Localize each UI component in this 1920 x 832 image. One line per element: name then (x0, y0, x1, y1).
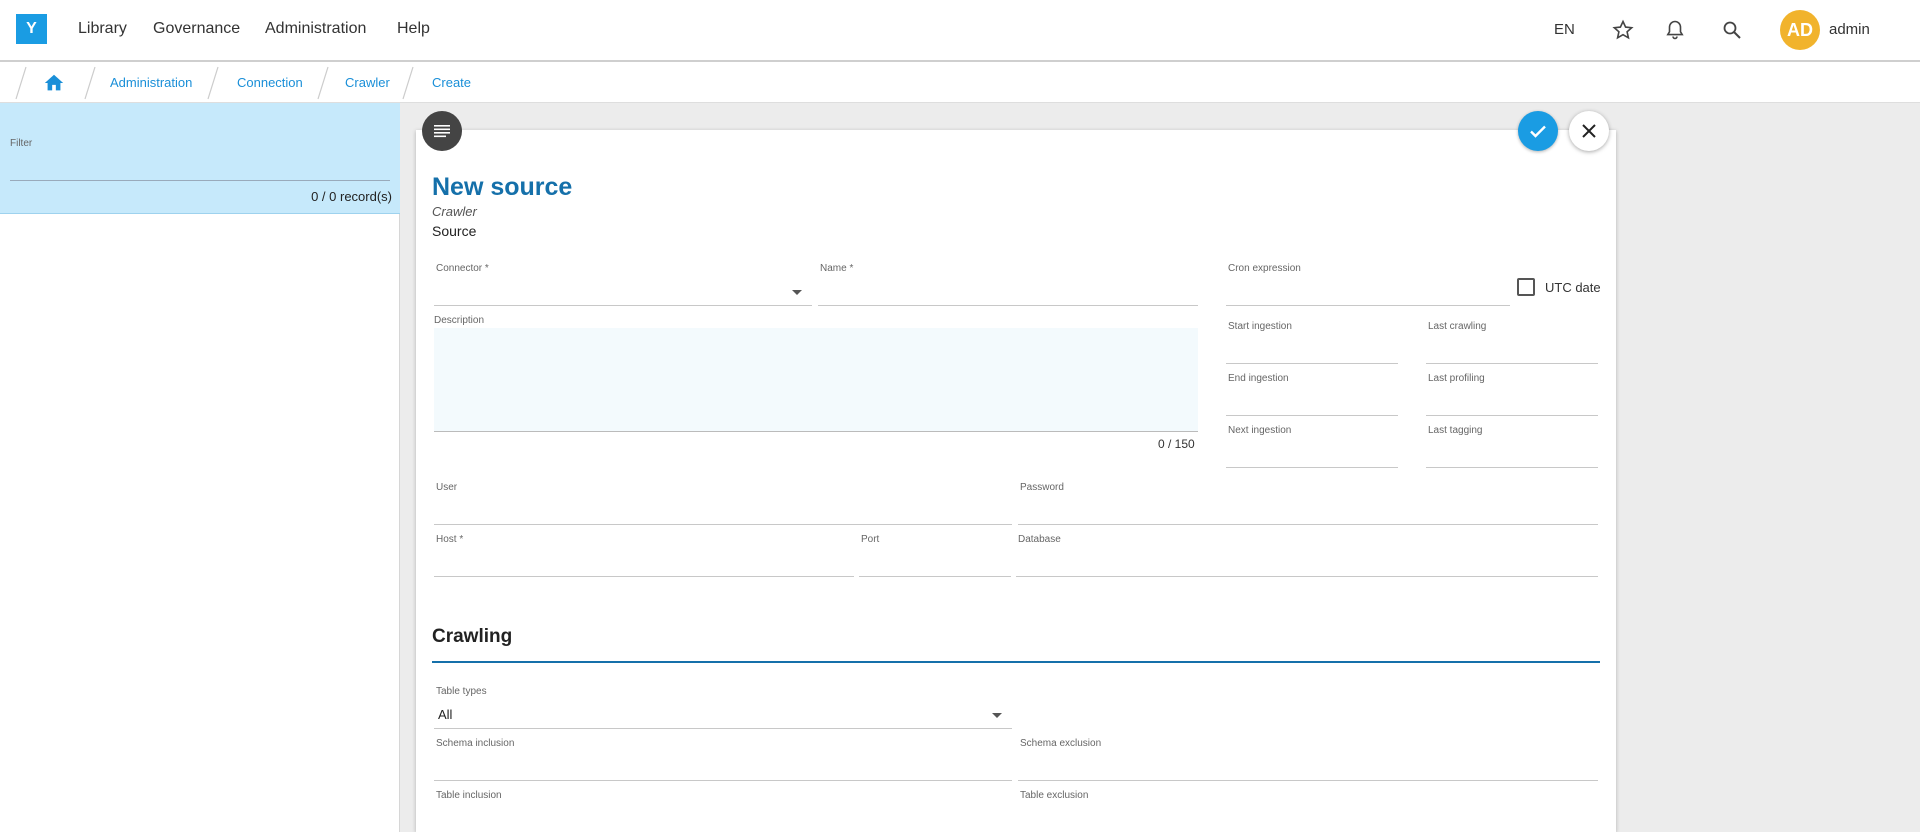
last-crawling-field[interactable]: Last crawling (1426, 321, 1598, 364)
port-field[interactable]: Port (859, 534, 1011, 577)
description-char-count: 0 / 150 (1158, 437, 1195, 451)
form-menu-button[interactable] (422, 111, 462, 151)
last-tagging-label: Last tagging (1428, 425, 1483, 436)
breadcrumb-create[interactable]: Create (432, 75, 471, 90)
close-button[interactable] (1569, 111, 1609, 151)
table-inclusion-label: Table inclusion (436, 790, 502, 801)
breadcrumb: Administration Connection Crawler Create (0, 62, 1920, 103)
breadcrumb-separator (402, 66, 414, 100)
search-icon[interactable] (1720, 18, 1744, 42)
filter-label: Filter (10, 138, 33, 149)
breadcrumb-administration[interactable]: Administration (110, 75, 192, 90)
breadcrumb-crawler[interactable]: Crawler (345, 75, 390, 90)
crawling-section-divider (432, 661, 1600, 663)
schema-inclusion-field[interactable]: Schema inclusion (434, 738, 1012, 781)
user-label: User (436, 482, 458, 493)
confirm-button[interactable] (1518, 111, 1558, 151)
table-types-value: All (438, 707, 453, 722)
left-panel: Filter 0 / 0 record(s) (0, 103, 400, 832)
last-profiling-label: Last profiling (1428, 373, 1485, 384)
table-inclusion-field[interactable]: Table inclusion (434, 790, 1012, 832)
end-ingestion-label: End ingestion (1228, 373, 1289, 384)
breadcrumb-separator (84, 66, 96, 100)
schema-exclusion-field[interactable]: Schema exclusion (1018, 738, 1598, 781)
password-label: Password (1020, 482, 1064, 493)
crawling-section-title: Crawling (432, 626, 513, 647)
close-icon (1582, 124, 1596, 138)
chevron-down-icon (792, 290, 802, 295)
username[interactable]: admin (1829, 21, 1870, 38)
next-ingestion-field[interactable]: Next ingestion (1226, 425, 1398, 468)
port-label: Port (861, 534, 880, 545)
cron-expression-field[interactable]: Cron expression (1226, 263, 1510, 306)
next-ingestion-label: Next ingestion (1228, 425, 1292, 436)
last-profiling-field[interactable]: Last profiling (1426, 373, 1598, 416)
page-subtitle: Crawler (432, 204, 477, 219)
menu-help[interactable]: Help (397, 20, 430, 38)
database-label: Database (1018, 534, 1061, 545)
password-field[interactable]: Password (1018, 482, 1598, 525)
last-tagging-field[interactable]: Last tagging (1426, 425, 1598, 468)
user-field[interactable]: User (434, 482, 1012, 525)
table-types-label: Table types (436, 686, 487, 697)
end-ingestion-field[interactable]: End ingestion (1226, 373, 1398, 416)
language-selector[interactable]: EN (1554, 21, 1575, 38)
host-field[interactable]: Host * (434, 534, 854, 577)
filter-box: Filter 0 / 0 record(s) (0, 103, 400, 214)
description-label: Description (434, 315, 485, 326)
schema-exclusion-label: Schema exclusion (1020, 738, 1102, 749)
top-navigation-bar: Y Library Governance Administration Help… (0, 0, 1920, 62)
menu-library[interactable]: Library (78, 20, 127, 38)
utc-date-label: UTC date (1545, 280, 1601, 295)
host-label: Host * (436, 534, 464, 545)
breadcrumb-separator (207, 66, 219, 100)
last-crawling-label: Last crawling (1428, 321, 1487, 332)
filter-input[interactable] (10, 180, 390, 181)
check-icon (1530, 125, 1546, 138)
table-types-select[interactable]: Table types All (434, 686, 1012, 729)
name-field[interactable]: Name * (818, 263, 1198, 306)
chevron-down-icon (992, 713, 1002, 718)
avatar[interactable]: AD (1780, 10, 1820, 50)
table-exclusion-label: Table exclusion (1020, 790, 1089, 801)
app-logo[interactable]: Y (16, 14, 47, 44)
breadcrumb-separator (15, 66, 27, 100)
menu-governance[interactable]: Governance (153, 20, 240, 38)
menu-administration[interactable]: Administration (265, 20, 366, 38)
description-textarea[interactable] (434, 328, 1198, 432)
record-count: 0 / 0 record(s) (311, 189, 392, 204)
connector-label: Connector * (436, 263, 489, 274)
home-icon[interactable] (43, 72, 65, 94)
cron-expression-label: Cron expression (1228, 263, 1301, 274)
start-ingestion-label: Start ingestion (1228, 321, 1292, 332)
breadcrumb-separator (317, 66, 329, 100)
star-icon[interactable] (1611, 18, 1635, 42)
start-ingestion-field[interactable]: Start ingestion (1226, 321, 1398, 364)
list-icon (434, 125, 450, 138)
page-title: New source (432, 173, 573, 201)
connector-select[interactable]: Connector * (434, 263, 812, 306)
name-label: Name * (820, 263, 854, 274)
schema-inclusion-label: Schema inclusion (436, 738, 515, 749)
bell-icon[interactable] (1663, 18, 1687, 42)
utc-date-checkbox[interactable] (1517, 278, 1535, 296)
table-exclusion-field[interactable]: Table exclusion (1018, 790, 1598, 832)
section-source-label: Source (432, 223, 477, 239)
breadcrumb-connection[interactable]: Connection (237, 75, 303, 90)
database-field[interactable]: Database (1016, 534, 1598, 577)
